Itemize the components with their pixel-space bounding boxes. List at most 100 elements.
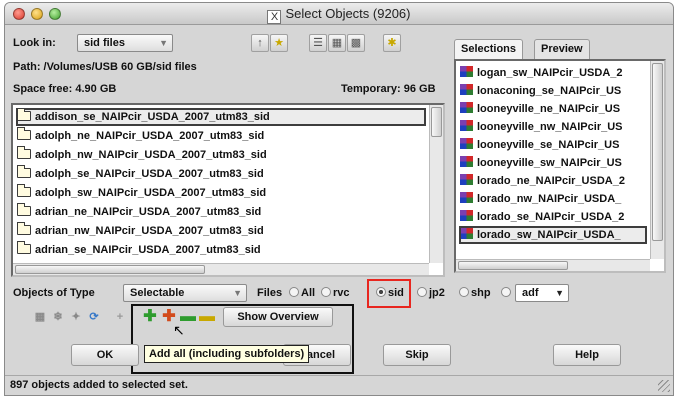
file-list-horizontal-scrollbar[interactable]: [13, 263, 429, 275]
file-list-item[interactable]: adrian_se_NAIPcir_USDA_2007_utm83_sid: [17, 241, 425, 258]
dropdown-arrow-icon: ▼: [159, 38, 168, 48]
file-type-radio-all[interactable]: All: [289, 287, 315, 299]
tab-preview[interactable]: Preview: [534, 39, 590, 59]
raster-icon: [460, 84, 473, 95]
radio-icon: [501, 287, 511, 297]
folder-icon: [17, 241, 31, 254]
selections-vertical-scrollbar[interactable]: [650, 61, 664, 259]
file-list-item[interactable]: addison_se_NAIPcir_USDA_2007_utm83_sid: [16, 108, 426, 126]
new-folder-icon[interactable]: ✱: [383, 34, 401, 52]
radio-icon: [321, 287, 331, 297]
wand-icon[interactable]: ✦: [67, 308, 85, 326]
skip-button[interactable]: Skip: [383, 344, 451, 366]
raster-icon: [460, 120, 473, 131]
raster-icon: [460, 174, 473, 185]
tooltip: Add all (including subfolders): [144, 345, 310, 363]
scroll-thumb[interactable]: [458, 261, 568, 270]
selection-list-item[interactable]: logan_sw_NAIPcir_USDA_2: [460, 65, 646, 81]
status-text: 897 objects added to selected set.: [10, 379, 188, 391]
folder-icon: [17, 222, 31, 235]
detail-view-icon[interactable]: ▦: [328, 34, 346, 52]
file-list-item[interactable]: adrian_nw_NAIPcir_USDA_2007_utm83_sid: [17, 222, 425, 239]
space-free-text: Space free: 4.90 GB: [13, 83, 117, 95]
selection-list-item[interactable]: looneyville_se_NAIPcir_US: [460, 137, 646, 153]
selection-list-item[interactable]: lorado_se_NAIPcir_USDA_2: [460, 209, 646, 225]
mouse-cursor-icon: ↖: [173, 322, 185, 338]
window-title: Select Objects (9206): [285, 6, 411, 21]
selection-list-item[interactable]: lorado_ne_NAIPcir_USDA_2: [460, 173, 646, 189]
window-title-wrap: X Select Objects (9206): [5, 6, 673, 24]
list-view-icon[interactable]: ☰: [309, 34, 327, 52]
file-type-radio-shp[interactable]: shp: [459, 287, 491, 299]
status-bar: 897 objects added to selected set.: [5, 375, 673, 395]
folder-icon: [17, 203, 31, 216]
objects-of-type-value: Selectable: [130, 287, 185, 299]
raster-icon: [460, 138, 473, 149]
radio-icon: [459, 287, 469, 297]
folder-icon: [17, 165, 31, 178]
file-list-item[interactable]: adolph_sw_NAIPcir_USDA_2007_utm83_sid: [17, 184, 425, 201]
help-button[interactable]: Help: [553, 344, 621, 366]
file-type-dropdown-value: adf: [522, 287, 539, 299]
raster-icon: [460, 210, 473, 221]
radio-icon: [289, 287, 299, 297]
dropdown-arrow-icon: ▼: [555, 288, 564, 298]
radio-icon: [417, 287, 427, 297]
remove-all-icon[interactable]: ▬: [198, 308, 216, 326]
selection-list-item[interactable]: looneyville_ne_NAIPcir_US: [460, 101, 646, 117]
raster-icon: [460, 102, 473, 113]
path-text: Path: /Volumes/USB 60 GB/sid files: [13, 61, 197, 73]
folder-up-icon[interactable]: ↑: [251, 34, 269, 52]
selection-list-item[interactable]: lorado_sw_NAIPcir_USDA_: [459, 226, 647, 244]
raster-icon: [460, 228, 473, 239]
scroll-thumb[interactable]: [652, 63, 663, 241]
favorites-icon[interactable]: ★: [270, 34, 288, 52]
show-overview-button[interactable]: Show Overview: [223, 307, 333, 327]
resize-grip-icon[interactable]: [658, 380, 670, 392]
select-objects-window: X Select Objects (9206) Look in: sid file…: [4, 2, 674, 396]
tab-selections[interactable]: Selections: [454, 39, 524, 59]
selections-list[interactable]: logan_sw_NAIPcir_USDA_2 lonaconing_se_NA…: [454, 59, 666, 273]
refresh-icon[interactable]: ⟳: [85, 308, 103, 326]
add-icon[interactable]: ✚: [141, 308, 159, 326]
folder-icon: [17, 127, 31, 140]
file-type-radio-rvc[interactable]: rvc: [321, 287, 350, 299]
ok-button[interactable]: OK: [71, 344, 139, 366]
look-in-value: sid files: [84, 37, 125, 49]
icon-view-icon[interactable]: ▩: [347, 34, 365, 52]
file-type-radio-jp2[interactable]: jp2: [417, 287, 445, 299]
folder-icon: [17, 146, 31, 159]
raster-icon: [460, 192, 473, 203]
tag-icon[interactable]: ❄: [49, 308, 67, 326]
files-label: Files: [257, 287, 283, 299]
selection-list-item[interactable]: looneyville_sw_NAIPcir_US: [460, 155, 646, 171]
selections-horizontal-scrollbar[interactable]: [456, 259, 650, 271]
look-in-label: Look in:: [13, 37, 56, 49]
look-in-dropdown[interactable]: sid files ▼: [77, 34, 173, 52]
title-bar: X Select Objects (9206): [5, 3, 673, 25]
object-tools-group: ▦ ❄ ✦ ⟳ +: [31, 308, 141, 326]
sid-highlight-box: [367, 279, 411, 308]
objects-of-type-dropdown[interactable]: Selectable ▼: [123, 284, 247, 302]
graph-icon[interactable]: ▦: [31, 308, 49, 326]
file-list-item[interactable]: adrian_ne_NAIPcir_USDA_2007_utm83_sid: [17, 203, 425, 220]
selection-list-item[interactable]: looneyville_nw_NAIPcir_US: [460, 119, 646, 135]
file-list-item[interactable]: adolph_ne_NAIPcir_USDA_2007_utm83_sid: [17, 127, 425, 144]
file-list[interactable]: addison_se_NAIPcir_USDA_2007_utm83_sid a…: [11, 103, 445, 277]
x11-icon: X: [267, 10, 282, 24]
file-list-vertical-scrollbar[interactable]: [429, 105, 443, 263]
scroll-thumb[interactable]: [431, 107, 442, 137]
file-type-dropdown[interactable]: adf ▼: [515, 284, 569, 302]
file-list-item[interactable]: adolph_nw_NAIPcir_USDA_2007_utm83_sid: [17, 146, 425, 163]
file-type-radio-other[interactable]: [501, 287, 513, 299]
selection-list-item[interactable]: lorado_nw_NAIPcir_USDA_: [460, 191, 646, 207]
dropdown-arrow-icon: ▼: [233, 288, 242, 298]
scroll-thumb[interactable]: [15, 265, 205, 274]
folder-icon: [17, 184, 31, 197]
selection-list-item[interactable]: lonaconing_se_NAIPcir_US: [460, 83, 646, 99]
objects-of-type-label: Objects of Type: [13, 287, 95, 299]
add-disabled-icon: +: [116, 311, 124, 323]
folder-icon: [17, 108, 31, 121]
file-list-item[interactable]: adolph_se_NAIPcir_USDA_2007_utm83_sid: [17, 165, 425, 182]
raster-icon: [460, 156, 473, 167]
